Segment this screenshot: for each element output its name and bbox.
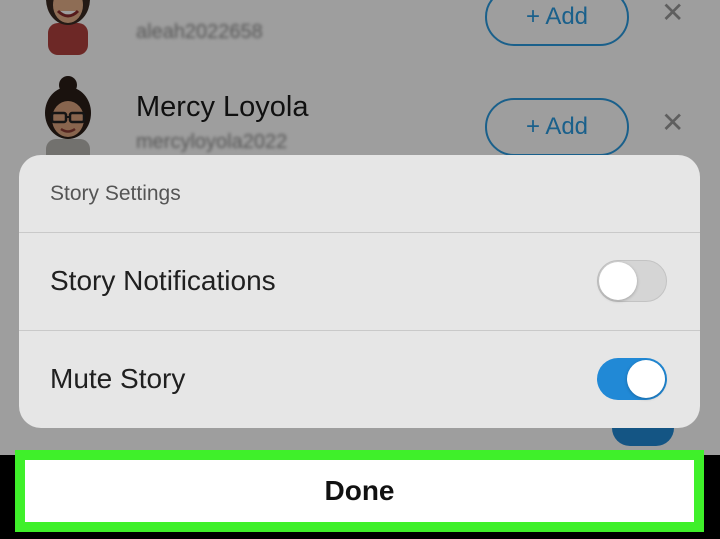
setting-row-story-notifications[interactable]: Story Notifications bbox=[19, 233, 700, 331]
sheet-title: Story Settings bbox=[50, 182, 181, 205]
toggle-knob bbox=[599, 262, 637, 300]
setting-label: Mute Story bbox=[50, 363, 186, 394]
story-settings-sheet: Story Settings Story Notifications Mute … bbox=[19, 155, 700, 428]
friends-list-screen: aleah2022658 + Add ✕ Mercy Loyola mercyl… bbox=[0, 0, 720, 455]
setting-row-mute-story[interactable]: Mute Story bbox=[19, 331, 700, 428]
setting-label: Story Notifications bbox=[50, 265, 276, 296]
done-button[interactable]: Done bbox=[25, 460, 694, 522]
mute-story-toggle[interactable] bbox=[597, 358, 667, 400]
story-notifications-toggle[interactable] bbox=[597, 260, 667, 302]
sheet-header: Story Settings bbox=[19, 155, 700, 233]
toggle-knob bbox=[627, 360, 665, 398]
done-highlight-frame: Done bbox=[15, 450, 704, 532]
